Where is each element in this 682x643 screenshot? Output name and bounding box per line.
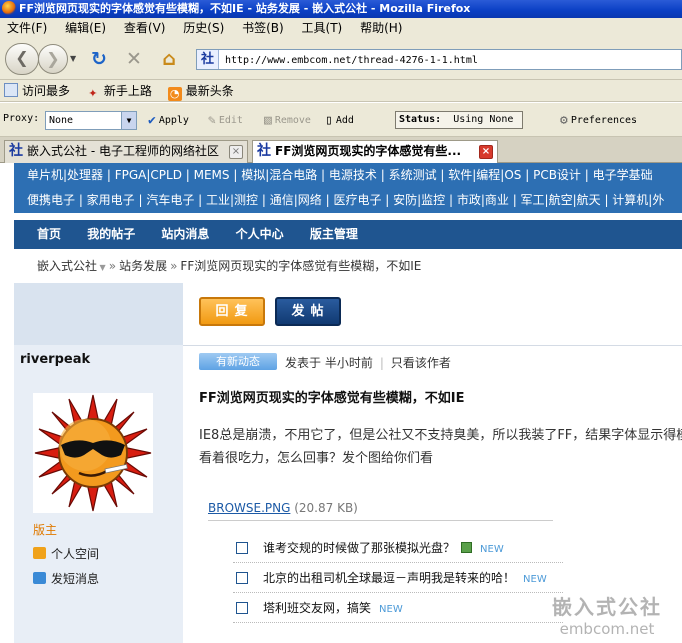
new-tag: NEW bbox=[379, 604, 403, 615]
proxy-toolbar: Proxy: None ▼ ✔ Apply ✎ Edit ▧ Remove ▯ Add S… bbox=[0, 103, 682, 137]
nav-home[interactable]: 首页 bbox=[37, 227, 61, 241]
post-time: 发表于 半小时前 bbox=[285, 356, 373, 370]
avatar[interactable] bbox=[33, 393, 153, 513]
menu-bookmarks[interactable]: 书签(B) bbox=[235, 18, 291, 38]
menu-view[interactable]: 查看(V) bbox=[117, 18, 173, 38]
firefox-icon: ✦ bbox=[88, 87, 98, 100]
reload-icon[interactable]: ↻ bbox=[88, 48, 110, 70]
breadcrumb-forum[interactable]: 站务发展 bbox=[119, 259, 167, 273]
url-text: http://www.embcom.net/thread-4276-1-1.ht… bbox=[225, 55, 478, 66]
window-title: FF浏览网页现实的字体感觉有些模糊，不如IE - 站务发展 - 嵌入式公社 - … bbox=[19, 2, 471, 15]
gear-icon: ⚙ bbox=[560, 113, 568, 128]
breadcrumb-thread: FF浏览网页现实的字体感觉有些模糊，不如IE bbox=[180, 259, 422, 273]
menu-edit[interactable]: 编辑(E) bbox=[58, 18, 113, 38]
nav-user-center[interactable]: 个人中心 bbox=[236, 227, 284, 241]
main-nav: 首页 我的帖子 站内消息 个人中心 版主管理 bbox=[14, 220, 682, 249]
new-post-button[interactable]: 发帖 bbox=[275, 297, 341, 326]
menu-file[interactable]: 文件(F) bbox=[0, 18, 54, 38]
forward-button[interactable]: ❯ bbox=[38, 44, 68, 74]
site-favicon-icon: 社 bbox=[9, 143, 23, 159]
envelope-icon bbox=[33, 572, 46, 584]
window-titlebar: FF浏览网页现实的字体感觉有些模糊，不如IE - 站务发展 - 嵌入式公社 - … bbox=[0, 0, 682, 18]
category-row-1[interactable]: 单片机|处理器 | FPGA|CPLD | MEMS | 模拟|混合电路 | 电… bbox=[14, 163, 682, 188]
pencil-icon: ✎ bbox=[208, 113, 216, 128]
user-role: 版主 bbox=[33, 523, 58, 537]
tab-strip: 社嵌入式公社 - 电子工程师的网络社区 × 社 FF浏览网页现实的字体感觉有些...… bbox=[0, 137, 682, 163]
category-row-2[interactable]: 便携电子 | 家用电子 | 汽车电子 | 工业|测控 | 通信|网络 | 医疗电… bbox=[14, 188, 682, 213]
nav-messages[interactable]: 站内消息 bbox=[161, 227, 209, 241]
post-title: FF浏览网页现实的字体感觉有些模糊，不如IE bbox=[199, 391, 465, 406]
bookmark-getting-started[interactable]: ✦ 新手上路 bbox=[82, 80, 156, 102]
square-bullet-icon bbox=[236, 602, 248, 614]
rss-icon: ◔ bbox=[167, 87, 182, 101]
home-icon bbox=[33, 547, 46, 559]
navigation-toolbar: ❮ ❯ ▼ ↻ ✕ ⌂ 社 http://www.embcom.net/threa… bbox=[0, 38, 682, 80]
status-badge: 有新动态 bbox=[199, 353, 277, 370]
tab-thread[interactable]: 社 FF浏览网页现实的字体感觉有些... × bbox=[252, 140, 498, 163]
download-icon bbox=[461, 542, 473, 553]
square-bullet-icon bbox=[236, 542, 248, 554]
reply-button[interactable]: 回复 bbox=[199, 297, 265, 326]
sun-sunglasses-avatar-icon bbox=[34, 394, 152, 512]
history-dropdown-icon[interactable]: ▼ bbox=[70, 54, 76, 63]
attachment: BROWSE.PNG (20.87 KB) bbox=[208, 501, 358, 515]
menu-history[interactable]: 历史(S) bbox=[176, 18, 231, 38]
proxy-preferences-button[interactable]: ⚙ Preferences bbox=[560, 113, 637, 128]
send-message-link[interactable]: 发短消息 bbox=[33, 570, 99, 587]
attachment-link[interactable]: BROWSE.PNG bbox=[208, 501, 290, 515]
menu-tools[interactable]: 工具(T) bbox=[295, 18, 350, 38]
new-tag: NEW bbox=[480, 544, 504, 555]
nav-moderator[interactable]: 版主管理 bbox=[310, 227, 358, 241]
home-icon[interactable]: ⌂ bbox=[158, 48, 180, 70]
list-item[interactable]: 北京的出租司机全球最逗－声明我是转来的哈！ NEW bbox=[233, 563, 563, 593]
chevron-down-icon[interactable]: ▼ bbox=[97, 263, 106, 272]
related-links: 谁考交规的时候做了那张模拟光盘？ NEW 北京的出租司机全球最逗－声明我是转来的哈… bbox=[233, 533, 563, 623]
bookmark-latest-headlines[interactable]: ◔ 最新头条 bbox=[164, 80, 238, 102]
menu-help[interactable]: 帮助(H) bbox=[353, 18, 409, 38]
post-body: IE8总是崩溃，不用它了，但是公社又不支持臭美，所以我装了FF，结果字体显示得模… bbox=[199, 428, 682, 466]
bookmarks-toolbar: 访问最多 ✦ 新手上路 ◔ 最新头条 bbox=[0, 80, 682, 102]
category-bar: 单片机|处理器 | FPGA|CPLD | MEMS | 模拟|混合电路 | 电… bbox=[14, 163, 682, 213]
watermark: 嵌入式公社 embcom.net bbox=[552, 595, 662, 638]
url-bar[interactable]: 社 http://www.embcom.net/thread-4276-1-1.h… bbox=[196, 49, 682, 70]
post-meta: 发表于 半小时前 | 只看该作者 bbox=[285, 356, 451, 370]
proxy-apply-button[interactable]: ✔ Apply bbox=[148, 113, 189, 128]
proxy-edit-button[interactable]: ✎ Edit bbox=[208, 113, 243, 128]
breadcrumb: 嵌入式公社 ▼» 站务发展» FF浏览网页现实的字体感觉有些模糊，不如IE bbox=[37, 259, 422, 273]
breadcrumb-home[interactable]: 嵌入式公社 bbox=[37, 259, 97, 273]
attachment-size: (20.87 KB) bbox=[294, 501, 358, 515]
proxy-add-button[interactable]: ▯ Add bbox=[325, 113, 354, 128]
close-icon[interactable]: × bbox=[479, 145, 493, 159]
stop-icon[interactable]: ✕ bbox=[123, 48, 145, 70]
page-icon: ▯ bbox=[325, 113, 333, 128]
checkmark-icon: ✔ bbox=[148, 113, 156, 128]
nav-my-posts[interactable]: 我的帖子 bbox=[87, 227, 135, 241]
author-name[interactable]: riverpeak bbox=[20, 352, 90, 367]
page-content: 单片机|处理器 | FPGA|CPLD | MEMS | 模拟|混合电路 | 电… bbox=[0, 163, 682, 643]
post-area: 回复 发帖 有新动态 发表于 半小时前 | 只看该作者 FF浏览网页现实的字体感觉有… bbox=[183, 283, 682, 643]
list-item[interactable]: 塔利班交友网，搞笑 NEW bbox=[233, 593, 563, 623]
list-item[interactable]: 谁考交规的时候做了那张模拟光盘？ NEW bbox=[233, 533, 563, 563]
proxy-select[interactable]: None ▼ bbox=[45, 111, 137, 130]
square-bullet-icon bbox=[236, 572, 248, 584]
firefox-icon bbox=[2, 1, 16, 15]
back-button[interactable]: ❮ bbox=[5, 43, 39, 75]
proxy-label: Proxy: bbox=[3, 113, 40, 124]
page-icon bbox=[4, 83, 18, 97]
personal-space-link[interactable]: 个人空间 bbox=[33, 545, 99, 562]
close-icon[interactable]: × bbox=[229, 145, 243, 159]
remove-icon: ▧ bbox=[264, 113, 272, 128]
only-author-link[interactable]: 只看该作者 bbox=[391, 356, 451, 370]
site-favicon-icon: 社 bbox=[197, 50, 219, 69]
chevron-down-icon: ▼ bbox=[121, 112, 136, 129]
proxy-status: Status: Using None bbox=[395, 111, 523, 129]
proxy-remove-button[interactable]: ▧ Remove bbox=[264, 113, 311, 128]
new-tag: NEW bbox=[523, 574, 547, 585]
tab-embcom-home[interactable]: 社嵌入式公社 - 电子工程师的网络社区 × bbox=[4, 140, 248, 163]
bookmark-most-visited[interactable]: 访问最多 bbox=[0, 80, 74, 102]
site-favicon-icon: 社 bbox=[257, 143, 271, 159]
menu-bar: 文件(F) 编辑(E) 查看(V) 历史(S) 书签(B) 工具(T) 帮助(H… bbox=[0, 18, 682, 38]
